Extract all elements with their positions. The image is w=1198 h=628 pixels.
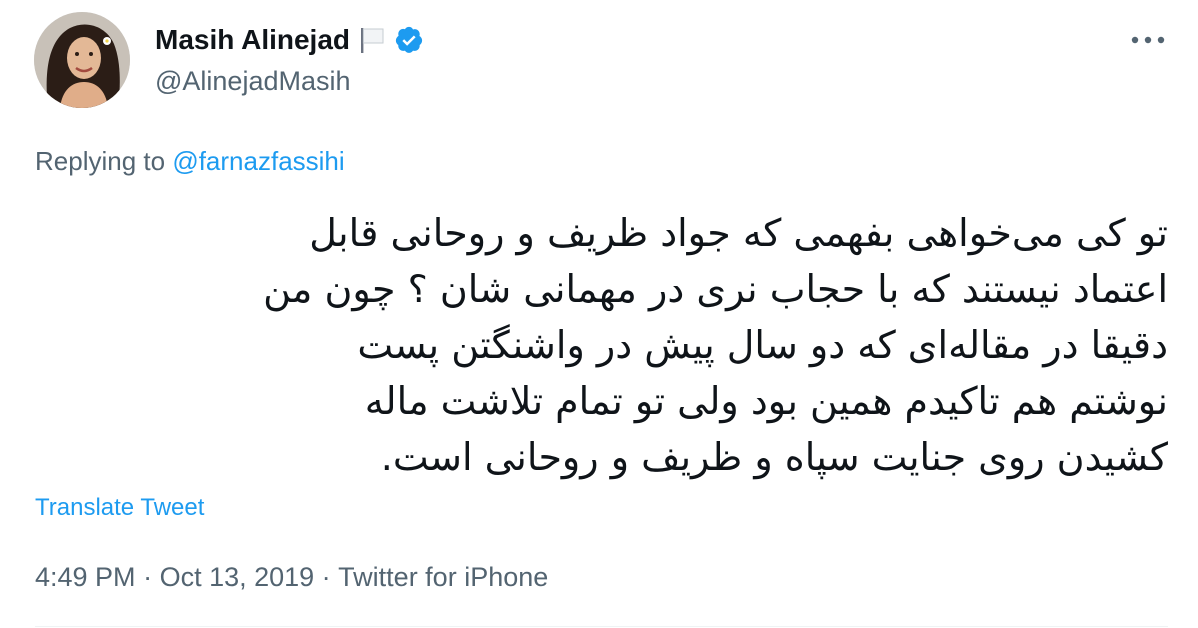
tweet-time[interactable]: 4:49 PM bbox=[35, 562, 136, 593]
replying-to-prefix: Replying to bbox=[35, 146, 173, 176]
tweet-date[interactable]: Oct 13, 2019 bbox=[160, 562, 315, 593]
replying-to: Replying to @farnazfassihi bbox=[35, 146, 345, 177]
profile-photo-icon bbox=[34, 12, 130, 108]
verified-badge-icon bbox=[394, 25, 424, 55]
avatar[interactable] bbox=[34, 12, 130, 108]
tweet-text-line: تو کی می‌خواهی بفهمی که جواد ظریف و روحا… bbox=[309, 211, 1168, 255]
meta-separator: · bbox=[135, 562, 160, 592]
meta-separator: · bbox=[314, 562, 339, 592]
tweet-metadata: 4:49 PM · Oct 13, 2019 · Twitter for iPh… bbox=[35, 562, 548, 593]
tweet-source-link[interactable]: Twitter for iPhone bbox=[338, 562, 548, 593]
tweet-text-line: کشیدن روی جنایت سپاه و ظریف و روحانی است… bbox=[380, 435, 1168, 479]
author-name-row[interactable]: Masih Alinejad bbox=[155, 22, 424, 58]
tweet-text-line: اعتماد نیستند که با حجاب نری در مهمانی ش… bbox=[263, 267, 1168, 311]
translate-tweet-link[interactable]: Translate Tweet bbox=[35, 494, 204, 522]
tweet-text-line: دقیقا در مقاله‌ای که دو سال پیش در واشنگ… bbox=[357, 323, 1168, 367]
author-display-name[interactable]: Masih Alinejad bbox=[155, 24, 350, 56]
white-flag-icon bbox=[358, 25, 386, 55]
author-handle[interactable]: @AlinejadMasih bbox=[155, 66, 351, 97]
tweet-text-line: نوشتم هم تاکیدم همین بود ولی تو تمام تلا… bbox=[364, 379, 1168, 423]
divider bbox=[35, 626, 1168, 627]
replying-to-mention-link[interactable]: @farnazfassihi bbox=[172, 146, 344, 176]
more-dots-icon[interactable] bbox=[1128, 28, 1168, 52]
tweet-text: تو کی می‌خواهی بفهمی که جواد ظریف و روحا… bbox=[200, 205, 1168, 485]
